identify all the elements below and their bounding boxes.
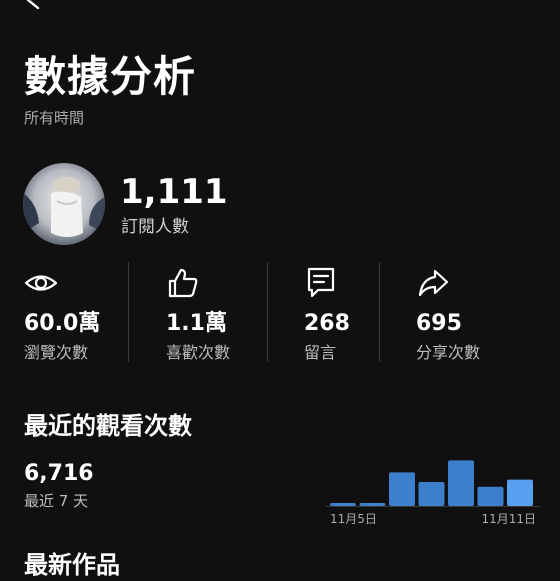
- subscriber-count: 1,111: [120, 172, 228, 212]
- share-icon: [418, 269, 449, 297]
- time-range-label[interactable]: 所有時間: [24, 108, 84, 128]
- chart-bar[interactable]: [507, 479, 533, 506]
- comments-value: 268: [304, 311, 350, 336]
- stat-divider: [379, 262, 380, 362]
- likes-value: 1.1萬: [166, 311, 227, 336]
- recent-views-title: 最近的觀看次數: [24, 412, 192, 440]
- recent-views-period: 最近 7 天: [24, 492, 89, 510]
- avatar[interactable]: [23, 163, 105, 245]
- page-title: 數據分析: [24, 52, 197, 101]
- back-arrow-icon[interactable]: [22, 0, 46, 12]
- stat-comments[interactable]: 268 留言: [304, 262, 414, 362]
- x-tick-label: 11月11日: [481, 512, 536, 526]
- shares-value: 695: [416, 311, 462, 336]
- chart-bar[interactable]: [359, 503, 386, 506]
- stat-views[interactable]: 60.0萬 瀏覽次數: [24, 262, 134, 362]
- shares-label: 分享次數: [416, 343, 481, 362]
- eye-icon: [24, 275, 58, 291]
- stat-divider: [267, 262, 268, 362]
- x-tick-label: 11月5日: [330, 512, 377, 526]
- comment-icon: [307, 267, 335, 298]
- recent-views-chart[interactable]: 11月5日 11月11日: [326, 448, 540, 532]
- stat-shares[interactable]: 695 分享次數: [416, 262, 526, 362]
- recent-views-value: 6,716: [24, 461, 94, 486]
- views-label: 瀏覽次數: [24, 343, 89, 362]
- comments-label: 留言: [304, 343, 337, 362]
- subscriber-label: 訂閱人數: [121, 217, 189, 237]
- likes-label: 喜歡次數: [166, 343, 231, 362]
- latest-content-title: 最新作品: [24, 551, 120, 579]
- chart-bar[interactable]: [330, 503, 356, 506]
- chart-bar[interactable]: [448, 460, 474, 506]
- chart-bar[interactable]: [389, 472, 415, 506]
- thumbs-up-icon: [168, 268, 198, 298]
- more-options-icon[interactable]: [518, 0, 538, 16]
- stat-divider: [128, 262, 129, 362]
- avatar-image: [23, 163, 105, 245]
- stat-likes[interactable]: 1.1萬 喜歡次數: [166, 262, 276, 362]
- chart-bar[interactable]: [418, 482, 445, 506]
- chart-bar[interactable]: [477, 486, 504, 506]
- views-value: 60.0萬: [24, 311, 101, 336]
